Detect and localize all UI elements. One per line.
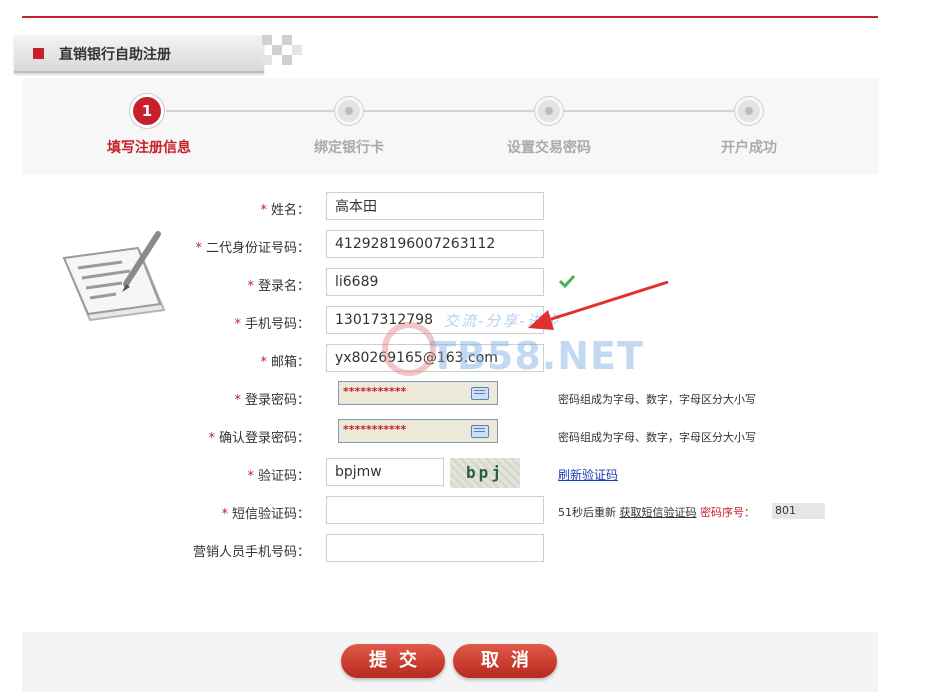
title-square-icon xyxy=(33,48,44,59)
keyboard-icon[interactable] xyxy=(471,387,489,400)
seq-value: 801 xyxy=(772,503,825,519)
refresh-captcha-link[interactable]: 刷新验证码 xyxy=(558,466,618,483)
marketer-phone-input[interactable] xyxy=(326,534,544,562)
step-2-label: 绑定银行卡 xyxy=(314,140,384,156)
confirm-password-hint: 密码组成为字母、数字，字母区分大小写 xyxy=(558,431,756,444)
password-input[interactable]: *********** xyxy=(338,381,498,405)
step-4-dot xyxy=(735,97,763,125)
captcha-image[interactable]: bpj mw xyxy=(450,458,520,488)
password-hint: 密码组成为字母、数字，字母区分大小写 xyxy=(558,393,756,406)
step-3-label: 设置交易密码 xyxy=(507,140,591,156)
login-name-input[interactable] xyxy=(326,268,544,296)
progress-line xyxy=(166,110,751,112)
password-label: * 登录密码： xyxy=(234,393,310,408)
keyboard-icon[interactable] xyxy=(471,425,489,438)
sms-code-label: * 短信验证码： xyxy=(221,507,310,522)
id-card-input[interactable] xyxy=(326,230,544,258)
watermark-logo-icon xyxy=(382,322,436,376)
footer-band xyxy=(22,632,878,692)
sms-note: 51秒后重新 获取短信验证码 密码序号： xyxy=(558,504,755,520)
id-card-label: * 二代身份证号码： xyxy=(195,241,310,256)
seq-label: 密码序号： xyxy=(700,506,755,519)
progress-steps: 1 填写注册信息 绑定银行卡 设置交易密码 开户成功 xyxy=(22,78,878,174)
confirm-password-input[interactable]: *********** xyxy=(338,419,498,443)
sms-countdown: 51秒后重新 xyxy=(558,506,616,519)
cancel-button[interactable]: 取消 xyxy=(453,644,557,678)
captcha-label: * 验证码： xyxy=(247,469,310,484)
checker-decoration xyxy=(262,35,302,71)
sms-code-input[interactable] xyxy=(326,496,544,524)
page-title: 直销银行自助注册 xyxy=(59,47,171,63)
email-label: * 邮箱： xyxy=(260,355,310,370)
submit-button[interactable]: 提交 xyxy=(341,644,445,678)
top-accent-line xyxy=(22,16,878,18)
page-title-tab: 直销银行自助注册 xyxy=(14,35,264,73)
step-1-badge: 1 xyxy=(130,94,164,128)
name-input[interactable] xyxy=(326,192,544,220)
watermark-text: TB58.NET xyxy=(430,334,644,378)
step-3-dot xyxy=(535,97,563,125)
step-1-label: 填写注册信息 xyxy=(107,140,191,156)
get-sms-code-link[interactable]: 获取短信验证码 xyxy=(620,506,697,519)
login-name-label: * 登录名： xyxy=(247,279,310,294)
password-mask: *********** xyxy=(343,385,407,398)
marketer-phone-label: 营销人员手机号码： xyxy=(192,545,310,560)
confirm-password-mask: *********** xyxy=(343,423,407,436)
step-2-dot xyxy=(335,97,363,125)
name-label: * 姓名： xyxy=(260,203,310,218)
step-4-label: 开户成功 xyxy=(721,140,777,156)
captcha-input[interactable] xyxy=(326,458,444,486)
phone-label: * 手机号码： xyxy=(234,317,310,332)
red-arrow-icon xyxy=(528,280,669,330)
confirm-password-label: * 确认登录密码： xyxy=(208,431,310,446)
